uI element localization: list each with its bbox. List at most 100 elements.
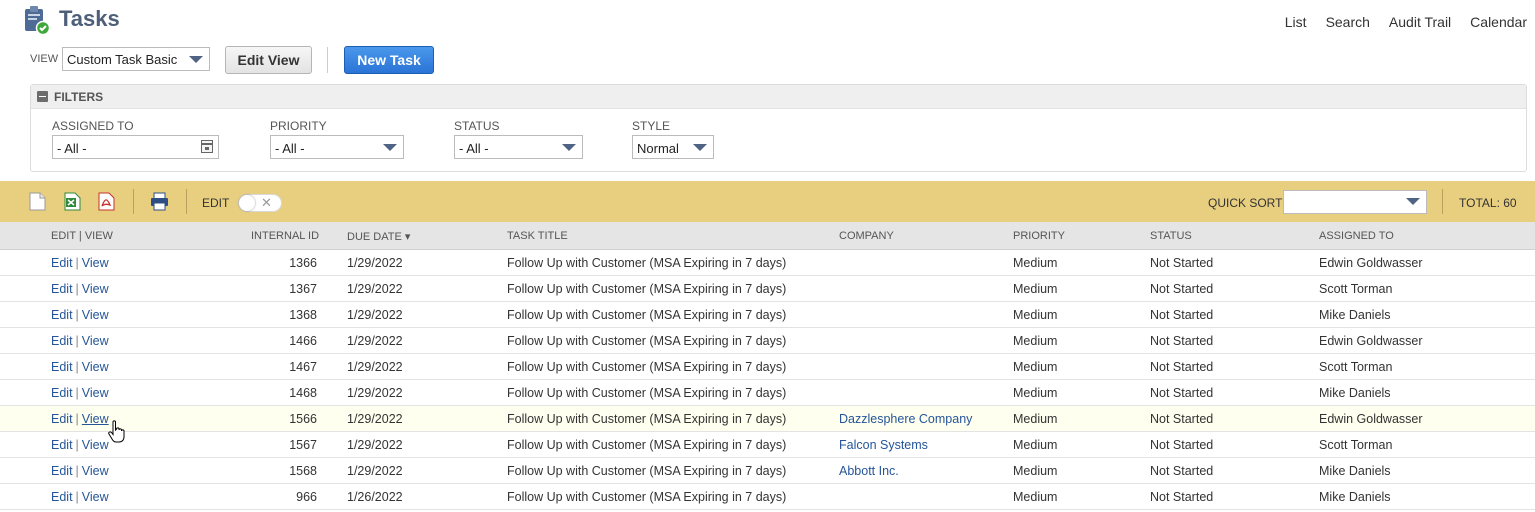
cell-task-title: Follow Up with Customer (MSA Expiring in…: [507, 438, 787, 452]
cell-assigned-to: Mike Daniels: [1319, 464, 1391, 478]
cell-priority: Medium: [1013, 360, 1058, 374]
column-due-date[interactable]: DUE DATE ▾: [347, 230, 410, 243]
view-link[interactable]: View: [82, 308, 109, 322]
separator: |: [75, 308, 79, 322]
cell-assigned-to: Scott Torman: [1319, 282, 1393, 296]
cell-assigned-to: Edwin Goldwasser: [1319, 256, 1423, 270]
view-link[interactable]: View: [82, 490, 109, 504]
divider: [186, 189, 187, 214]
status-filter[interactable]: - All -: [454, 135, 583, 159]
tasks-table: EDIT | VIEW INTERNAL ID DUE DATE ▾ TASK …: [0, 222, 1535, 510]
top-nav-links: List Search Audit Trail Calendar: [1266, 14, 1527, 30]
company-link[interactable]: Falcon Systems: [839, 438, 928, 452]
company-link[interactable]: Abbott Inc.: [839, 464, 899, 478]
export-pdf-icon[interactable]: [98, 192, 115, 211]
edit-link[interactable]: Edit: [51, 256, 73, 270]
view-link[interactable]: View: [82, 464, 109, 478]
status-filter-value: - All -: [459, 141, 489, 156]
column-task-title[interactable]: TASK TITLE: [507, 230, 568, 242]
separator: |: [75, 412, 79, 426]
page-header: Tasks List Search Audit Trail Calendar: [0, 0, 1535, 44]
cell-status: Not Started: [1150, 282, 1214, 296]
cell-edit-view: Edit | View: [51, 360, 109, 374]
list-link[interactable]: List: [1285, 14, 1307, 30]
calendar-link[interactable]: Calendar: [1470, 14, 1527, 30]
view-link[interactable]: View: [82, 360, 109, 374]
column-company[interactable]: COMPANY: [839, 230, 894, 242]
edit-link[interactable]: Edit: [51, 308, 73, 322]
cell-due-date: 1/29/2022: [347, 438, 403, 452]
column-status[interactable]: STATUS: [1150, 230, 1192, 242]
cell-edit-view: Edit | View: [51, 490, 109, 504]
edit-link[interactable]: Edit: [51, 464, 73, 478]
assigned-to-filter[interactable]: - All -: [52, 135, 219, 159]
view-link[interactable]: View: [82, 412, 109, 426]
table-row[interactable]: Edit | View 966 1/26/2022 Follow Up with Cust…: [0, 484, 1535, 510]
export-csv-icon[interactable]: [29, 192, 46, 211]
cell-task-title: Follow Up with Customer (MSA Expiring in…: [507, 334, 787, 348]
view-link[interactable]: View: [82, 386, 109, 400]
table-row[interactable]: Edit | View 1368 1/29/2022 Follow Up with Cus…: [0, 302, 1535, 328]
view-link[interactable]: View: [82, 256, 109, 270]
cell-edit-view: Edit | View: [51, 438, 109, 452]
cell-assigned-to: Scott Torman: [1319, 438, 1393, 452]
column-priority[interactable]: PRIORITY: [1013, 230, 1065, 242]
cell-due-date: 1/29/2022: [347, 282, 403, 296]
table-body: Edit | View 1366 1/29/2022 Follow Up with Cus…: [0, 250, 1535, 510]
cell-internal-id: 1468: [289, 386, 317, 400]
edit-view-button[interactable]: Edit View: [225, 46, 312, 74]
edit-link[interactable]: Edit: [51, 412, 73, 426]
view-select[interactable]: Custom Task Basic: [62, 47, 210, 71]
cell-due-date: 1/29/2022: [347, 360, 403, 374]
table-row[interactable]: Edit | View 1466 1/29/2022 Follow Up with Cus…: [0, 328, 1535, 354]
table-row[interactable]: Edit | View 1367 1/29/2022 Follow Up with Cus…: [0, 276, 1535, 302]
table-row[interactable]: Edit | View 1566 1/29/2022 Follow Up with Cus…: [0, 406, 1535, 432]
collapse-icon[interactable]: [37, 91, 48, 102]
view-link[interactable]: View: [82, 438, 109, 452]
edit-link[interactable]: Edit: [51, 438, 73, 452]
edit-link[interactable]: Edit: [51, 386, 73, 400]
table-row[interactable]: Edit | View 1467 1/29/2022 Follow Up with Cus…: [0, 354, 1535, 380]
table-header: EDIT | VIEW INTERNAL ID DUE DATE ▾ TASK …: [0, 222, 1535, 250]
style-filter[interactable]: Normal: [632, 135, 714, 159]
filters-header[interactable]: FILTERS: [31, 85, 1526, 109]
search-link[interactable]: Search: [1326, 14, 1370, 30]
list-picker-icon[interactable]: [201, 140, 213, 153]
table-row[interactable]: Edit | View 1468 1/29/2022 Follow Up with Cus…: [0, 380, 1535, 406]
cell-internal-id: 1568: [289, 464, 317, 478]
filters-panel: FILTERS ASSIGNED TO - All - PRIORITY - A…: [30, 84, 1527, 172]
edit-link[interactable]: Edit: [51, 334, 73, 348]
edit-link[interactable]: Edit: [51, 360, 73, 374]
print-icon[interactable]: [150, 192, 169, 211]
cell-priority: Medium: [1013, 412, 1058, 426]
cell-assigned-to: Mike Daniels: [1319, 386, 1391, 400]
edit-link[interactable]: Edit: [51, 282, 73, 296]
table-row[interactable]: Edit | View 1567 1/29/2022 Follow Up with Cus…: [0, 432, 1535, 458]
audit-trail-link[interactable]: Audit Trail: [1389, 14, 1451, 30]
column-assigned-to[interactable]: ASSIGNED TO: [1319, 230, 1394, 242]
edit-link[interactable]: Edit: [51, 490, 73, 504]
table-row[interactable]: Edit | View 1366 1/29/2022 Follow Up with Cus…: [0, 250, 1535, 276]
total-count: TOTAL: 60: [1459, 196, 1517, 210]
quick-sort-label: QUICK SORT: [1208, 196, 1283, 210]
inline-edit-toggle[interactable]: ✕: [238, 194, 282, 212]
view-label: VIEW: [30, 53, 59, 65]
view-link[interactable]: View: [82, 282, 109, 296]
priority-filter-label: PRIORITY: [270, 119, 327, 133]
priority-filter[interactable]: - All -: [270, 135, 404, 159]
cell-due-date: 1/26/2022: [347, 490, 403, 504]
cell-internal-id: 1567: [289, 438, 317, 452]
export-excel-icon[interactable]: [64, 192, 81, 211]
chevron-down-icon: [562, 144, 576, 151]
company-link[interactable]: Dazzlesphere Company: [839, 412, 972, 426]
cell-edit-view: Edit | View: [51, 256, 109, 270]
quick-sort-select[interactable]: [1283, 190, 1427, 214]
column-internal-id[interactable]: INTERNAL ID: [251, 230, 319, 242]
cell-company: Falcon Systems: [839, 438, 928, 452]
cell-priority: Medium: [1013, 490, 1058, 504]
table-row[interactable]: Edit | View 1568 1/29/2022 Follow Up with Cus…: [0, 458, 1535, 484]
cell-internal-id: 1367: [289, 282, 317, 296]
chevron-down-icon: [383, 144, 397, 151]
view-link[interactable]: View: [82, 334, 109, 348]
new-task-button[interactable]: New Task: [344, 46, 434, 74]
